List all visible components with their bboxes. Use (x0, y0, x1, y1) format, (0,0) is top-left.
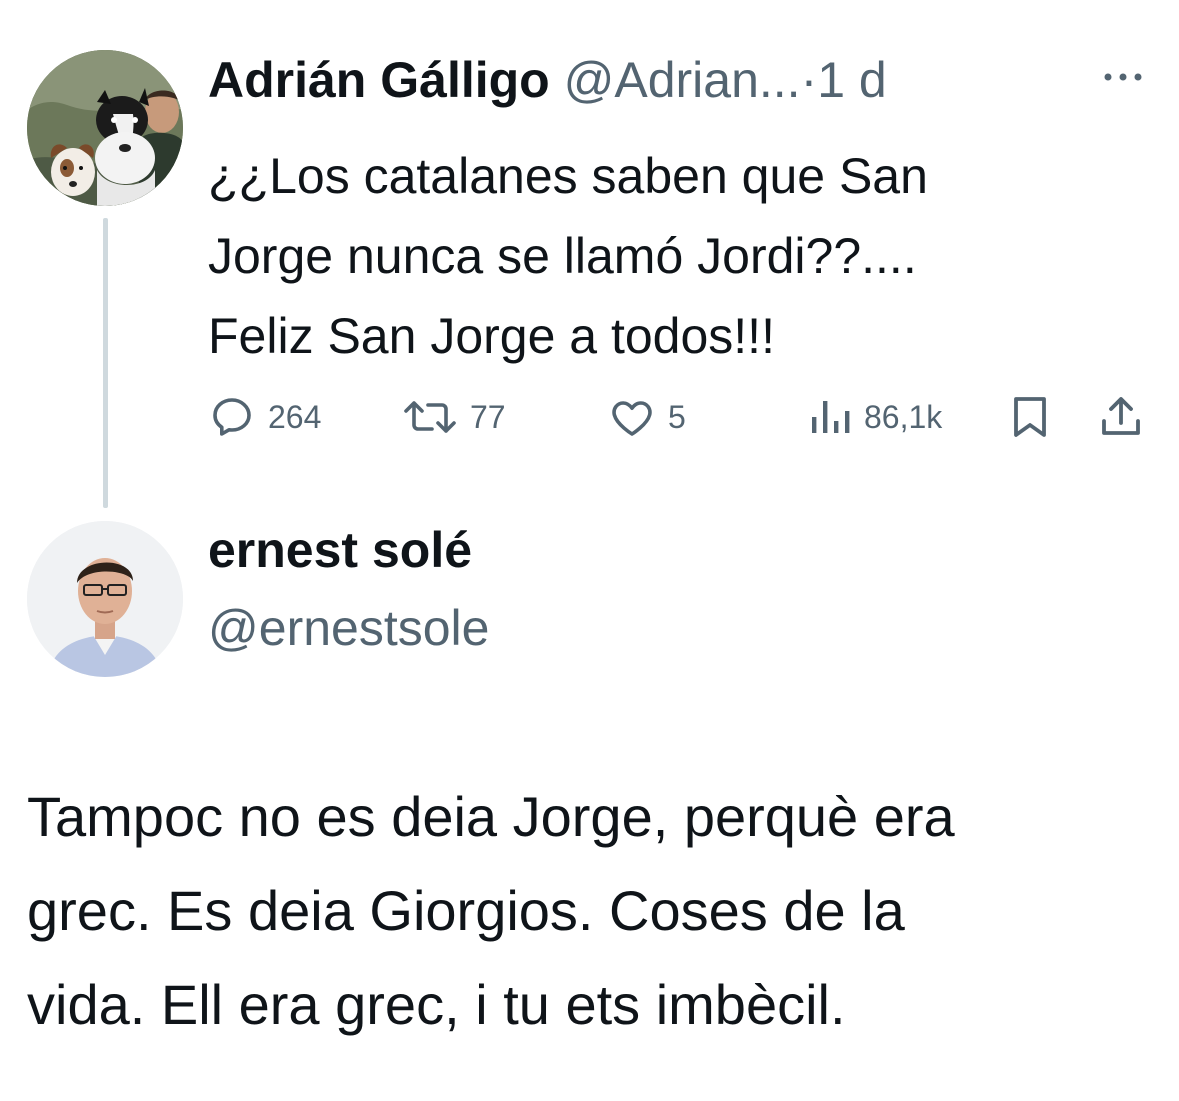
separator-dot: · (800, 52, 818, 108)
author-avatar[interactable] (27, 50, 183, 206)
reply-author-display-name[interactable]: ernest solé (208, 518, 472, 582)
share-button[interactable] (1098, 392, 1144, 442)
reply-text-line: grec. Es deia Giorgios. Coses de la (27, 879, 905, 942)
author-handle[interactable]: @Adrian... (564, 52, 801, 108)
reply-text-line: vida. Ell era grec, i tu ets imbècil. (27, 973, 846, 1036)
tweet-text-line: Jorge nunca se llamó Jordi??.... (208, 228, 917, 284)
tweet-timestamp[interactable]: 1 d (817, 52, 887, 108)
tweet-text-line: ¿¿Los catalanes saben que San (208, 148, 928, 204)
heart-icon (608, 393, 656, 441)
tweet-header: Adrián Gálligo @Adrian...·1 d (208, 48, 1108, 112)
reply-text-line: Tampoc no es deia Jorge, perquè era (27, 785, 955, 848)
views-bar-chart-icon (808, 393, 852, 441)
views-button[interactable]: 86,1k (808, 392, 942, 442)
retweet-button[interactable]: 77 (402, 392, 506, 442)
retweet-icon (402, 393, 458, 441)
views-count: 86,1k (864, 398, 943, 435)
reply-author-avatar[interactable] (27, 521, 183, 677)
author-display-name[interactable]: Adrián Gálligo (208, 52, 550, 108)
bookmark-button[interactable] (1008, 392, 1052, 442)
like-button[interactable]: 5 (608, 392, 686, 442)
like-count: 5 (668, 398, 686, 435)
tweet-text: ¿¿Los catalanes saben que San Jorge nunc… (208, 136, 1128, 376)
reply-count: 264 (268, 398, 322, 435)
reply-button[interactable]: 264 (208, 392, 321, 442)
retweet-count: 77 (470, 398, 506, 435)
reply-text: Tampoc no es deia Jorge, perquè era grec… (27, 770, 1147, 1052)
reply-bubble-icon (208, 393, 256, 441)
thread-connector-line (103, 218, 108, 508)
tweet-text-line: Feliz San Jorge a todos!!! (208, 308, 775, 364)
bookmark-icon (1008, 393, 1052, 441)
more-horizontal-icon[interactable] (1098, 62, 1148, 92)
reply-author-handle[interactable]: @ernestsole (208, 596, 489, 660)
share-upload-icon (1098, 393, 1144, 441)
